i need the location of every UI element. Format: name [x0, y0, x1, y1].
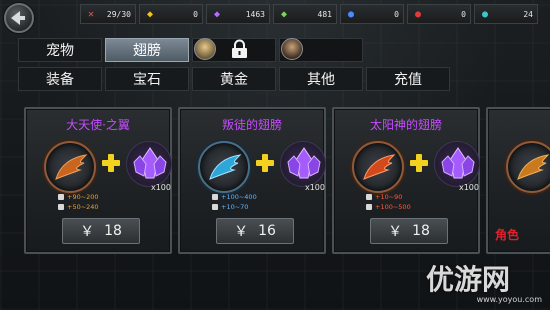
card-title: 太阳神的翅膀: [369, 118, 442, 132]
currency-symbol: ￥: [234, 224, 249, 240]
sword-icon: [212, 194, 218, 200]
resource-value: 0: [394, 9, 399, 19]
currency-symbol: ￥: [80, 224, 95, 240]
shop-card[interactable]: 大天使·之翼 x100 +90~200 +50~240 ￥ 18: [24, 107, 172, 254]
shop-card[interactable]: 叛徒的翅膀 x100 +100~400 +10~70 ￥ 16: [178, 107, 326, 254]
resource-value: 1463: [245, 9, 265, 19]
purple-crystal-icon: [287, 147, 321, 179]
tab-label: 充值: [394, 72, 422, 88]
tab-gold[interactable]: 黄金: [192, 67, 276, 91]
resource-energy: ✕ 29/30: [80, 4, 136, 24]
crystal-item-icon[interactable]: x100: [126, 141, 172, 192]
resource-red-potion: ● 0: [407, 4, 471, 24]
resource-green-crystal: ◆ 481: [273, 4, 337, 24]
wing-item-icon[interactable]: [198, 141, 250, 193]
tab-label: 宝石: [133, 72, 161, 88]
purple-crystal-icon: [133, 147, 167, 179]
buy-button[interactable]: ￥ 18: [62, 218, 140, 244]
red-potion-icon: ●: [414, 8, 422, 20]
resource-value: 0: [461, 9, 466, 19]
purple-crystal-icon: ◆: [213, 8, 221, 20]
item-quantity: x100: [150, 183, 171, 192]
price-value: 16: [258, 223, 276, 239]
sword-icon: [366, 194, 372, 200]
crystal-item-icon[interactable]: x100: [434, 141, 480, 192]
card-title: 叛徒的翅膀: [221, 118, 282, 132]
card-title: 大天使·之翼: [66, 118, 130, 132]
plus-icon: [255, 153, 275, 173]
tab-label: 黄金: [220, 72, 248, 88]
partial-card-label: 角色: [495, 228, 520, 242]
wing-icon: [363, 154, 396, 180]
wing-item-icon[interactable]: [44, 141, 96, 193]
shield-icon: [58, 204, 64, 210]
buy-button[interactable]: ￥ 18: [370, 218, 448, 244]
shop-card[interactable]: 太阳神的翅膀 x100 +10~90 +100~500 ￥ 18: [332, 107, 480, 254]
character-avatar-icon: [281, 38, 303, 60]
green-crystal-icon: ◆: [280, 8, 288, 20]
resource-value: 29/30: [106, 9, 131, 19]
wing-item-icon[interactable]: [506, 141, 550, 193]
defense-stat: +10~70: [212, 203, 248, 211]
tab-gems[interactable]: 宝石: [105, 67, 189, 91]
watermark: 优游网 www.yoyou.com: [426, 263, 542, 305]
wing-icon: [517, 154, 550, 180]
crystal-item-icon[interactable]: x100: [280, 141, 326, 192]
back-button[interactable]: [4, 3, 34, 33]
defense-stat: +50~240: [58, 203, 99, 211]
resource-value: 24: [523, 9, 533, 19]
item-quantity: x100: [304, 183, 325, 192]
tab-label: 其他: [307, 72, 335, 88]
plus-icon: [409, 153, 429, 173]
tab-recharge[interactable]: 充值: [366, 67, 450, 91]
blue-potion-icon: ●: [347, 8, 355, 20]
resource-teal-drop: ● 24: [474, 4, 538, 24]
price-value: 18: [412, 223, 430, 239]
tab-wings[interactable]: 翅膀: [105, 38, 189, 62]
teal-drop-icon: ●: [481, 8, 489, 20]
wing-item-icon[interactable]: [352, 141, 404, 193]
currency-symbol: ￥: [388, 224, 403, 240]
lock-icon: [232, 39, 247, 58]
plus-icon: [101, 153, 121, 173]
price-value: 18: [104, 223, 122, 239]
item-quantity: x100: [458, 183, 479, 192]
tab-label: 宠物: [46, 43, 74, 59]
tab-equipment[interactable]: 装备: [18, 67, 102, 91]
attack-stat: +10~90: [366, 193, 402, 201]
tab-label: 装备: [46, 72, 74, 88]
attack-stat: +90~200: [58, 193, 99, 201]
defense-stat: +100~500: [366, 203, 411, 211]
shield-icon: [212, 204, 218, 210]
wing-icon: [209, 154, 242, 180]
attack-stat: +100~400: [212, 193, 257, 201]
shield-icon: [366, 204, 372, 210]
resource-purple-crystal: ◆ 1463: [206, 4, 270, 24]
resource-gold: ◆ 0: [139, 4, 203, 24]
tab-other[interactable]: 其他: [279, 67, 363, 91]
resource-value: 0: [193, 9, 198, 19]
buy-button[interactable]: ￥ 16: [216, 218, 294, 244]
tab-label: 翅膀: [133, 43, 161, 59]
wing-icon: [55, 154, 88, 180]
gold-icon: ◆: [146, 8, 154, 20]
resource-bar: ✕ 29/30 ◆ 0 ◆ 1463 ◆ 481 ● 0 ● 0 ● 24: [80, 4, 546, 24]
resource-value: 481: [317, 9, 332, 19]
energy-icon: ✕: [87, 8, 95, 20]
tab-pets[interactable]: 宠物: [18, 38, 102, 62]
character-avatar-icon: [194, 38, 216, 60]
purple-crystal-icon: [441, 147, 475, 179]
sword-icon: [58, 194, 64, 200]
resource-blue-potion: ● 0: [340, 4, 404, 24]
